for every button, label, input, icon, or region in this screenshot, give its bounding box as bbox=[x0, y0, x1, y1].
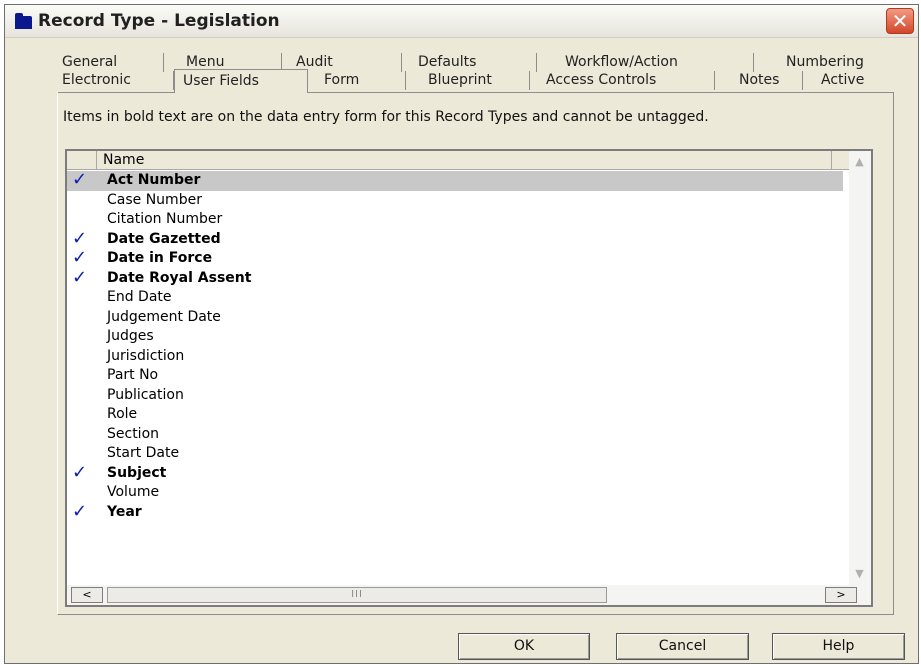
vertical-scrollbar[interactable]: ▲ ▼ bbox=[849, 151, 871, 585]
help-button[interactable]: Help bbox=[772, 633, 905, 660]
list-item-label: Year bbox=[107, 503, 142, 520]
scroll-left-icon[interactable]: < bbox=[71, 587, 103, 603]
list-item[interactable]: Jurisdiction bbox=[67, 347, 843, 367]
tab-active[interactable]: Active bbox=[803, 71, 891, 90]
tab-form[interactable]: Form bbox=[308, 71, 406, 90]
header-check-column[interactable] bbox=[67, 151, 97, 169]
list-item[interactable]: ✓ Date Royal Assent bbox=[67, 267, 843, 289]
tab-strip: General Menu Audit Defaults Workflow/Act… bbox=[5, 5, 918, 105]
list-item[interactable]: Role bbox=[67, 405, 843, 425]
dialog-window: Record Type - Legislation ✕ General Menu… bbox=[4, 4, 919, 664]
horizontal-scrollbar[interactable]: < III > bbox=[67, 585, 871, 605]
list-item-label: Role bbox=[107, 406, 138, 422]
user-fields-list[interactable]: Name ✓ Act Number Case Number Citation Numb… bbox=[65, 149, 873, 607]
list-item-label: Start Date bbox=[107, 445, 180, 461]
tab-user-fields[interactable]: User Fields bbox=[174, 69, 308, 93]
list-item-label: Volume bbox=[107, 484, 160, 500]
header-name-column[interactable]: Name bbox=[103, 151, 144, 169]
tab-workflow-action[interactable]: Workflow/Action bbox=[537, 53, 754, 72]
scroll-down-icon[interactable]: ▼ bbox=[850, 565, 869, 583]
checkmark-icon[interactable]: ✓ bbox=[72, 228, 98, 249]
checkmark-icon[interactable]: ✓ bbox=[72, 170, 98, 190]
list-item[interactable]: Case Number bbox=[67, 191, 843, 211]
tab-numbering[interactable]: Numbering bbox=[754, 53, 892, 72]
list-item-label: Subject bbox=[107, 464, 167, 481]
tab-defaults[interactable]: Defaults bbox=[402, 53, 537, 72]
list-item-label: Jurisdiction bbox=[107, 347, 185, 364]
tab-electronic[interactable]: Electronic bbox=[60, 71, 174, 90]
list-item-label: Case Number bbox=[107, 191, 202, 208]
list-item[interactable]: ✓ Act Number bbox=[67, 170, 843, 191]
list-item[interactable]: Judgement Date bbox=[67, 308, 843, 328]
tab-notes[interactable]: Notes bbox=[715, 71, 803, 90]
list-item-label: Act Number bbox=[107, 172, 201, 188]
list-item[interactable]: Start Date bbox=[67, 444, 843, 464]
scroll-up-icon[interactable]: ▲ bbox=[850, 153, 869, 171]
list-item[interactable]: Citation Number bbox=[67, 210, 843, 230]
tab-general[interactable]: General bbox=[60, 53, 164, 72]
list-item-label: Date in Force bbox=[107, 250, 213, 266]
list-item-label: Citation Number bbox=[107, 211, 223, 227]
checkmark-icon[interactable]: ✓ bbox=[72, 501, 98, 522]
list-item[interactable]: ✓ Year bbox=[67, 501, 843, 523]
list-item[interactable]: Section bbox=[67, 425, 843, 445]
list-item-label: Publication bbox=[107, 386, 184, 403]
list-item[interactable]: Part No bbox=[67, 366, 843, 386]
list-item-label: Date Gazetted bbox=[107, 230, 221, 247]
list-item-label: End Date bbox=[107, 289, 172, 305]
checkmark-icon[interactable]: ✓ bbox=[72, 248, 98, 268]
tab-blueprint[interactable]: Blueprint bbox=[406, 71, 530, 90]
list-item[interactable]: Volume bbox=[67, 483, 843, 503]
list-item[interactable]: Judges bbox=[67, 327, 843, 347]
list-item[interactable]: ✓ Date Gazetted bbox=[67, 228, 843, 250]
checkmark-icon[interactable]: ✓ bbox=[72, 462, 98, 483]
list-item[interactable]: ✓ Subject bbox=[67, 462, 843, 484]
scroll-right-icon[interactable]: > bbox=[825, 587, 857, 603]
list-item-label: Section bbox=[107, 425, 160, 442]
list-item[interactable]: Publication bbox=[67, 386, 843, 406]
tab-access-controls[interactable]: Access Controls bbox=[530, 71, 715, 90]
list-item-label: Part No bbox=[107, 367, 159, 383]
list-item-label: Judges bbox=[107, 328, 154, 344]
list-item[interactable]: ✓ Date in Force bbox=[67, 248, 843, 269]
list-item-label: Judgement Date bbox=[107, 308, 221, 325]
list-header: Name bbox=[67, 151, 849, 170]
checkmark-icon[interactable]: ✓ bbox=[72, 267, 98, 288]
ok-button[interactable]: OK bbox=[458, 633, 590, 660]
header-end-column bbox=[831, 151, 849, 169]
list-item-label: Date Royal Assent bbox=[107, 269, 252, 286]
list-item[interactable]: End Date bbox=[67, 288, 843, 308]
info-text: Items in bold text are on the data entry… bbox=[63, 109, 709, 125]
scroll-thumb[interactable]: III bbox=[107, 587, 607, 603]
cancel-button[interactable]: Cancel bbox=[616, 633, 749, 660]
